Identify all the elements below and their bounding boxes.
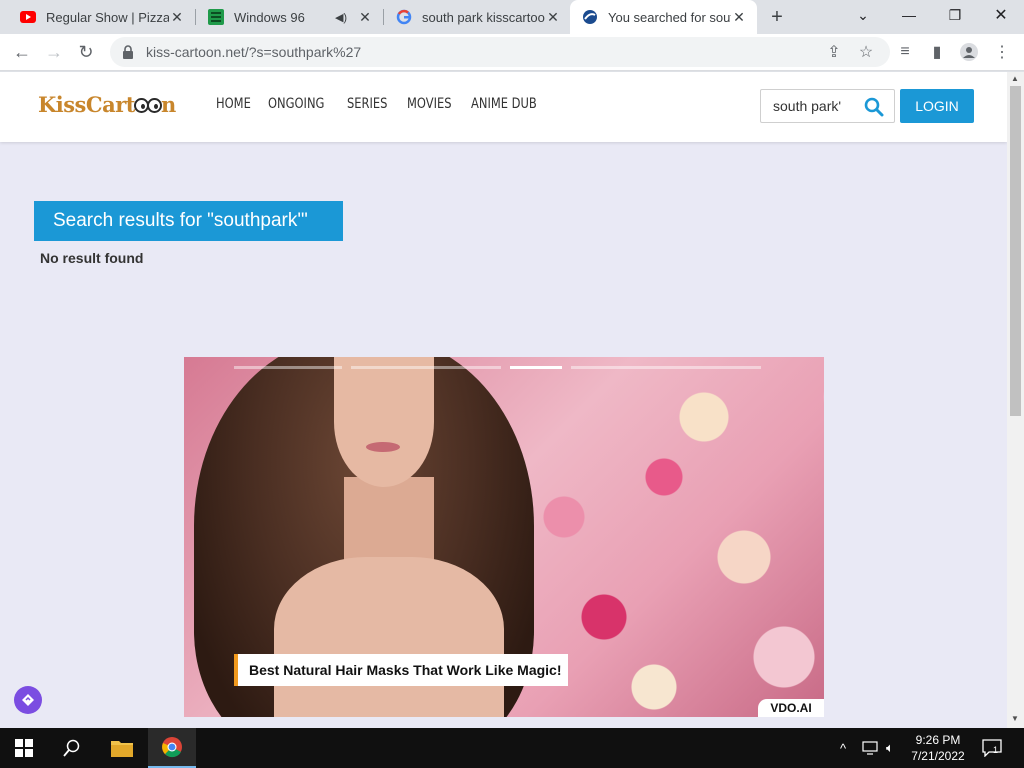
restore-button[interactable]: ❐ <box>932 0 978 30</box>
tab-search-icon[interactable]: ⌄ <box>840 0 886 30</box>
tab-title: Regular Show | Pizza Pa <box>46 9 169 25</box>
search-input[interactable] <box>773 98 867 114</box>
notification-count: 1 <box>993 745 999 755</box>
ad-progress-segment <box>351 366 501 369</box>
tab-title: Windows 96 <box>234 9 305 25</box>
results-heading: Search results for "southpark'" <box>34 201 343 241</box>
menu-icon[interactable]: ⋮ <box>990 40 1014 64</box>
search-icon[interactable] <box>48 728 96 768</box>
login-button[interactable]: LOGIN <box>900 89 974 123</box>
close-icon[interactable]: ✕ <box>169 9 185 25</box>
nav-movies[interactable]: MOVIES <box>407 96 452 112</box>
nav-series[interactable]: SERIES <box>347 96 387 112</box>
forward-button[interactable]: → <box>40 38 68 66</box>
scroll-down-icon[interactable]: ▼ <box>1011 714 1019 723</box>
tab-strip: Regular Show | Pizza Pa ✕ Windows 96 ◀) … <box>0 0 1024 34</box>
windows-taskbar: ^ 🔈︎ 9:26 PM 7/21/2022 1 <box>0 728 1024 768</box>
share-icon[interactable]: ⇪ <box>822 40 846 64</box>
file-explorer-icon[interactable] <box>98 728 146 768</box>
nav-home[interactable]: HOME <box>216 96 251 112</box>
back-button[interactable]: ← <box>8 38 36 66</box>
address-bar[interactable]: kiss-cartoon.net/?s=southpark%27 <box>110 37 890 67</box>
lock-icon <box>122 45 134 59</box>
close-icon[interactable]: ✕ <box>731 9 747 25</box>
show-hidden-icons[interactable]: ^ <box>840 728 846 768</box>
page-scrollbar[interactable]: ▲ ▼ <box>1007 72 1024 728</box>
tab-title: You searched for south <box>608 9 731 25</box>
youtube-icon <box>20 9 36 25</box>
scroll-up-icon[interactable]: ▲ <box>1011 74 1019 83</box>
tab-google-search[interactable]: south park kisscartoon ✕ <box>384 0 571 34</box>
speaker-icon[interactable]: ◀) <box>333 9 349 25</box>
side-panel-icon[interactable]: ▮ <box>925 40 949 64</box>
windows96-icon <box>208 9 224 25</box>
ad-brand-badge[interactable]: VDO.AI <box>758 699 824 717</box>
tab-windows96[interactable]: Windows 96 ◀) ✕ <box>196 0 384 34</box>
page-viewport: KissCart n HOME ONGOING SERIES MOVIES ANI… <box>0 72 1007 728</box>
kisscartoon-icon <box>582 9 598 25</box>
new-tab-button[interactable]: + <box>764 5 790 29</box>
search-icon[interactable] <box>864 97 884 117</box>
window-close-button[interactable]: ✕ <box>978 0 1024 30</box>
close-icon[interactable]: ✕ <box>545 9 561 25</box>
ad-progress-segment <box>234 366 342 369</box>
nav-ongoing[interactable]: ONGOING <box>268 96 324 112</box>
video-ad[interactable]: Best Natural Hair Masks That Work Like M… <box>184 357 824 717</box>
reload-button[interactable]: ↻ <box>72 38 100 66</box>
tab-kisscartoon[interactable]: You searched for south ✕ <box>570 0 757 34</box>
media-control-icon[interactable]: ≡ <box>893 40 917 64</box>
scrollbar-thumb[interactable] <box>1010 86 1021 416</box>
minimize-button[interactable]: — <box>886 0 932 30</box>
notification-center-icon[interactable]: 1 <box>982 728 1002 768</box>
bookmark-star-icon[interactable]: ☆ <box>854 40 878 64</box>
start-button[interactable] <box>0 728 48 768</box>
clock-time: 9:26 PM <box>915 733 961 747</box>
tab-regular-show[interactable]: Regular Show | Pizza Pa ✕ <box>8 0 196 34</box>
profile-icon[interactable] <box>957 40 981 64</box>
clock-date: 7/21/2022 <box>911 749 965 763</box>
main-nav: HOME ONGOING SERIES MOVIES ANIME DUB <box>216 96 561 112</box>
ad-image-face <box>334 357 434 487</box>
system-clock[interactable]: 9:26 PM 7/21/2022 <box>900 732 976 764</box>
browser-toolbar: ← → ↻ kiss-cartoon.net/?s=southpark%27 ⇪… <box>0 34 1024 71</box>
close-icon[interactable]: ✕ <box>357 9 373 25</box>
no-result-text: No result found <box>40 250 144 266</box>
google-icon <box>396 9 412 25</box>
ad-caption[interactable]: Best Natural Hair Masks That Work Like M… <box>234 654 568 686</box>
url-text: kiss-cartoon.net/?s=southpark%27 <box>146 44 362 60</box>
tab-title: south park kisscartoon <box>422 9 545 25</box>
chrome-taskbar-icon[interactable] <box>148 728 196 768</box>
ad-progress-segment <box>571 366 761 369</box>
site-search <box>760 89 895 123</box>
volume-icon[interactable]: 🔈︎ <box>886 728 894 768</box>
ad-progress-segment <box>510 366 562 369</box>
network-icon[interactable] <box>862 728 878 768</box>
nav-anime-dub[interactable]: ANIME DUB <box>471 96 537 112</box>
site-header: KissCart n HOME ONGOING SERIES MOVIES ANI… <box>0 72 1007 142</box>
site-logo[interactable]: KissCart n <box>38 92 176 117</box>
assistant-icon[interactable] <box>14 686 42 714</box>
